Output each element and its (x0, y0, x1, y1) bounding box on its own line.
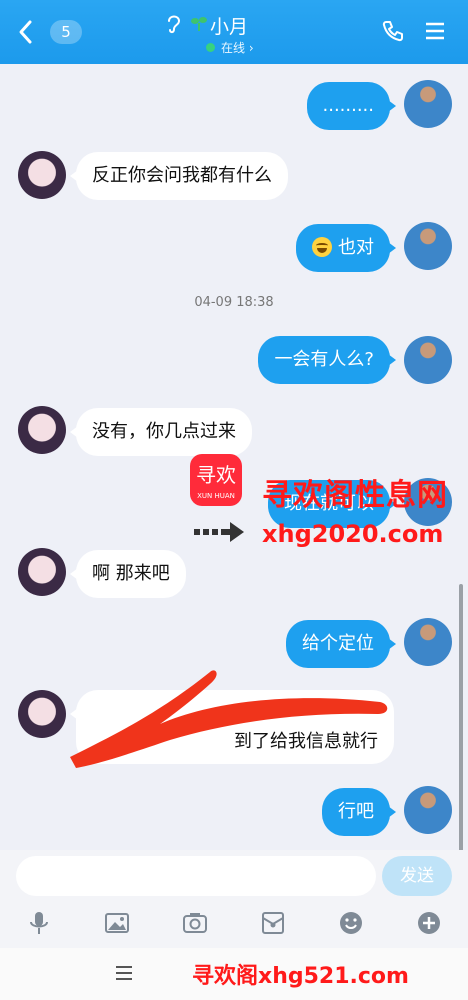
emoji-icon[interactable] (338, 910, 364, 936)
sprout-icon (191, 17, 207, 31)
watermark-logo: 寻欢 XUN HUAN (190, 454, 242, 506)
my-avatar[interactable] (404, 786, 452, 834)
plus-icon[interactable] (416, 910, 442, 936)
message-text: 行吧 (338, 801, 374, 822)
message-bubble-out[interactable]: 给个定位 (286, 620, 396, 668)
message-input-bar: 发送 (0, 850, 468, 902)
message-bubble-in[interactable]: 反正你会问我都有什么 (70, 152, 288, 200)
contact-avatar[interactable] (18, 690, 66, 738)
status-text: 在线 › (221, 41, 254, 55)
my-avatar[interactable] (404, 336, 452, 384)
message-text: 没有，你几点过来 (92, 421, 236, 442)
chat-header: 5 小月 在线 › (0, 0, 468, 64)
send-button[interactable]: 发送 (382, 856, 452, 896)
chat-scrollbar[interactable] (459, 584, 463, 852)
message-bubble-in[interactable]: 没有，你几点过来 (70, 408, 252, 456)
message-text: 一会有人么? (274, 349, 374, 370)
laughing-emoji-icon (312, 237, 332, 257)
input-toolbar (0, 902, 468, 948)
my-avatar[interactable] (404, 222, 452, 270)
message-bubble-in[interactable]: 啊 那来吧 (70, 550, 186, 598)
message-bubble-out[interactable]: 也对 (296, 224, 396, 272)
red-scribble-redaction (70, 670, 388, 768)
watermark-logo-text: 寻欢 (196, 463, 236, 487)
back-arrow-icon[interactable] (14, 17, 38, 47)
watermark-arrow-icon (194, 522, 244, 542)
online-dot-icon (206, 43, 215, 52)
phone-icon[interactable] (382, 20, 404, 42)
nav-menu-icon[interactable] (114, 964, 134, 982)
contact-avatar[interactable] (18, 406, 66, 454)
message-text: ......... (322, 95, 375, 116)
message-text: 啊 那来吧 (92, 563, 170, 584)
message-text: 也对 (338, 237, 374, 258)
message-bubble-out[interactable]: 行吧 (322, 788, 396, 836)
message-bubble-out[interactable]: ......... (306, 82, 396, 130)
menu-icon[interactable] (424, 20, 446, 42)
online-status: 在线 › (206, 39, 254, 56)
watermark-logo-sub: XUN HUAN (197, 492, 235, 500)
footer-watermark: 寻欢阁xhg521.com (192, 964, 409, 989)
red-packet-icon[interactable] (260, 910, 286, 936)
contact-avatar[interactable] (18, 151, 66, 199)
contact-avatar[interactable] (18, 548, 66, 596)
message-text: 反正你会问我都有什么 (92, 165, 272, 186)
contact-title[interactable]: 小月 在线 › (160, 10, 310, 56)
unread-count-badge[interactable]: 5 (50, 20, 82, 44)
message-input[interactable] (16, 856, 376, 896)
message-bubble-out[interactable]: 一会有人么? (258, 336, 396, 384)
my-avatar[interactable] (404, 618, 452, 666)
watermark-title: 寻欢阁性息网 (262, 478, 448, 513)
message-text: 给个定位 (302, 633, 374, 654)
watermark-url: xhg2020.com (262, 520, 444, 548)
my-avatar[interactable] (404, 80, 452, 128)
system-nav-bar: 寻欢阁xhg521.com (0, 948, 468, 1000)
message-timestamp: 04-09 18:38 (194, 295, 274, 310)
contact-name: 小月 (210, 16, 249, 38)
image-icon[interactable] (104, 910, 130, 936)
microphone-icon[interactable] (26, 910, 52, 936)
ear-icon (168, 15, 181, 34)
camera-icon[interactable] (182, 910, 208, 936)
